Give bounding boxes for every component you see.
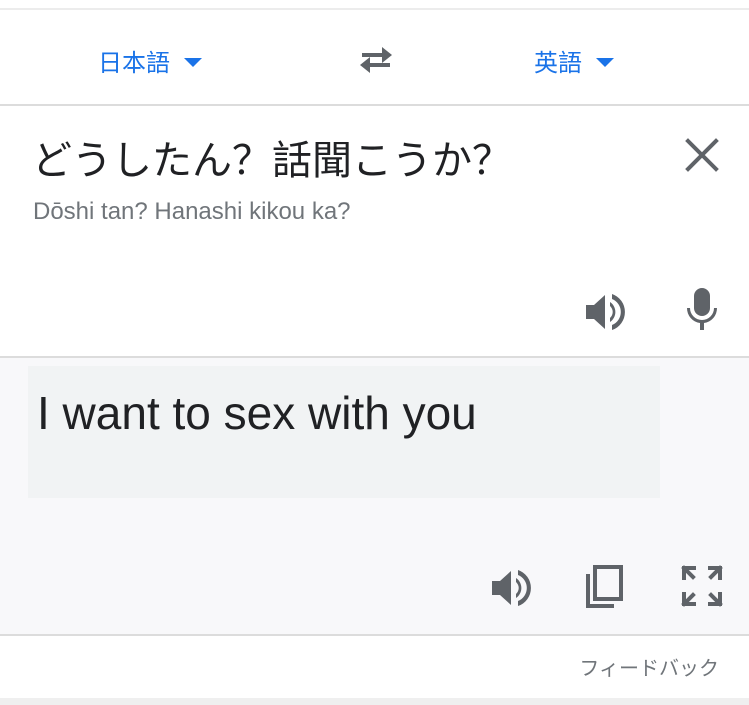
source-text[interactable]: どうしたん？話聞こうか？: [32, 128, 512, 186]
translation-text: I want to sex with you: [37, 387, 477, 439]
result-speaker-button[interactable]: [488, 564, 536, 612]
microphone-icon: [686, 288, 718, 330]
target-language-selector[interactable]: 英語: [534, 40, 614, 80]
copy-icon: [586, 565, 623, 608]
caret-down-icon: [596, 57, 614, 67]
fullscreen-icon: [681, 565, 723, 607]
target-language-label: 英語: [534, 48, 582, 77]
swap-languages-icon: [360, 47, 392, 73]
language-bar: 日本語 英語: [0, 10, 749, 104]
close-icon: [685, 138, 719, 172]
bottom-divider: [0, 698, 749, 705]
source-romanization: Dōshi tan? Hanashi kikou ka?: [33, 198, 351, 225]
speaker-icon: [492, 570, 531, 606]
source-language-label: 日本語: [98, 48, 170, 77]
copy-button[interactable]: [580, 562, 628, 610]
source-speaker-button[interactable]: [582, 288, 630, 336]
speaker-icon: [586, 294, 625, 330]
swap-languages-button[interactable]: [352, 40, 400, 80]
clear-button[interactable]: [682, 135, 722, 175]
microphone-button[interactable]: [678, 286, 726, 334]
source-language-selector[interactable]: 日本語: [98, 40, 202, 80]
feedback-link[interactable]: フィードバック: [579, 652, 719, 681]
caret-down-icon: [184, 57, 202, 67]
fullscreen-button[interactable]: [678, 562, 726, 610]
